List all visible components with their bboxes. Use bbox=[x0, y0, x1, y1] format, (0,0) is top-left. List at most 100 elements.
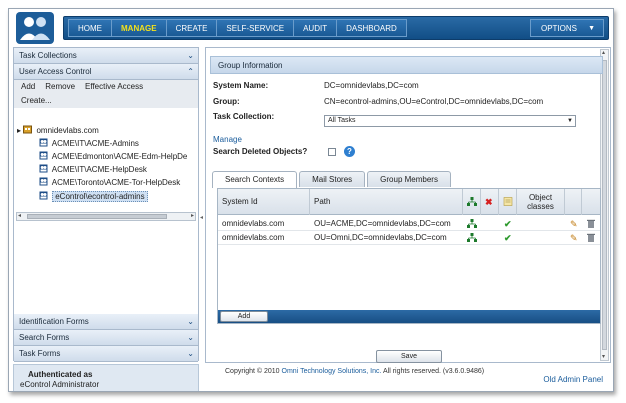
tab-search-contexts[interactable]: Search Contexts bbox=[212, 171, 298, 188]
group-icon bbox=[39, 138, 48, 147]
footer: Authenticated as eControl Administrator … bbox=[9, 364, 613, 391]
caret-down-icon: ▼ bbox=[588, 25, 595, 32]
nav-home[interactable]: HOME bbox=[68, 19, 112, 37]
manage-link[interactable]: Manage bbox=[213, 135, 242, 144]
main-vertical-scrollbar[interactable]: ▴ ▾ bbox=[600, 49, 609, 361]
grid-header: System Id Path ✖ Object classes bbox=[218, 189, 600, 215]
scroll-down-icon[interactable]: ▾ bbox=[602, 353, 605, 360]
tree-toggle-icon[interactable]: ▸ bbox=[17, 126, 21, 135]
accordion-label: Task Collections bbox=[19, 51, 77, 60]
copyright: Copyright © 2010 Omni Technology Solutio… bbox=[225, 368, 484, 375]
accordion-search-forms[interactable]: Search Forms ⌄ bbox=[14, 330, 198, 346]
tree-item-label: ACME\Edmonton\ACME-Edm-HelpDe bbox=[51, 152, 188, 161]
tree-item[interactable]: ACME\Toronto\ACME-Tor-HelpDesk bbox=[39, 176, 180, 189]
accordion-label: Identification Forms bbox=[19, 317, 89, 326]
tree-item-label: ACME\IT\ACME-HelpDesk bbox=[51, 165, 147, 174]
check-icon: ✔ bbox=[504, 219, 512, 229]
options-menu[interactable]: OPTIONS ▼ bbox=[530, 19, 604, 37]
group-icon bbox=[39, 151, 48, 160]
tree-item[interactable]: ACME\IT\ACME-HelpDesk bbox=[39, 163, 147, 176]
nav-manage[interactable]: MANAGE bbox=[111, 19, 167, 37]
accordion-user-access-control[interactable]: User Access Control ⌃ bbox=[14, 64, 198, 80]
add-context-button[interactable]: Add bbox=[220, 311, 268, 322]
save-button[interactable]: Save bbox=[376, 350, 442, 363]
nav-audit[interactable]: AUDIT bbox=[293, 19, 338, 37]
col-path[interactable]: Path bbox=[310, 189, 463, 215]
group-icon bbox=[39, 177, 48, 186]
group-tree: ▸ omnidevlabs.com ACME\IT\ACME-Admins AC… bbox=[14, 124, 198, 210]
dropdown-arrow-icon: ▼ bbox=[567, 118, 573, 124]
chevron-down-icon: ⌄ bbox=[187, 317, 194, 326]
accordion-identification-forms[interactable]: Identification Forms ⌄ bbox=[14, 314, 198, 330]
hierarchy-icon[interactable] bbox=[467, 233, 477, 247]
create-action[interactable]: Create... bbox=[14, 94, 198, 108]
nav-create[interactable]: CREATE bbox=[165, 19, 218, 37]
cell-system-id: omnidevlabs.com bbox=[222, 233, 285, 242]
object-classes-line1: Object bbox=[528, 193, 553, 202]
company-link[interactable]: Omni Technology Solutions, Inc. bbox=[282, 368, 382, 375]
search-deleted-label: Search Deleted Objects? bbox=[213, 147, 308, 156]
accordion-label: Task Forms bbox=[19, 349, 61, 358]
app-window: HOME MANAGE CREATE SELF-SERVICE AUDIT DA… bbox=[8, 8, 614, 392]
col-edit bbox=[565, 189, 582, 215]
tree-horizontal-scrollbar[interactable]: ◂ ▸ bbox=[16, 212, 196, 221]
auth-box: Authenticated as eControl Administrator bbox=[13, 364, 199, 391]
tree-root[interactable]: ▸ omnidevlabs.com bbox=[17, 124, 99, 137]
remove-action[interactable]: Remove bbox=[45, 80, 75, 94]
tab-group-members[interactable]: Group Members bbox=[367, 171, 451, 187]
add-action[interactable]: Add bbox=[21, 80, 35, 94]
edit-pencil-icon[interactable]: ✎ bbox=[570, 217, 578, 231]
uac-actions: Add Remove Effective Access bbox=[14, 80, 198, 94]
col-enabled bbox=[499, 189, 517, 215]
accordion-task-forms[interactable]: Task Forms ⌄ bbox=[14, 346, 198, 362]
nav-self-service[interactable]: SELF-SERVICE bbox=[216, 19, 295, 37]
hierarchy-icon bbox=[467, 197, 477, 207]
group-icon bbox=[39, 164, 48, 173]
col-delete: ✖ bbox=[481, 189, 499, 215]
old-admin-panel-link[interactable]: Old Admin Panel bbox=[543, 375, 603, 384]
group-value: CN=econtrol-admins,OU=eControl,DC=omnide… bbox=[324, 97, 544, 106]
tree-item-label: eControl\econtrol-admins bbox=[52, 191, 148, 202]
group-icon bbox=[39, 191, 48, 200]
main-panel: ▴ ▾ Group Information System Name: DC=om… bbox=[205, 47, 611, 363]
grid-footer: Add bbox=[218, 310, 600, 323]
help-icon[interactable]: ? bbox=[344, 146, 355, 157]
accordion-task-collections[interactable]: Task Collections ⌄ bbox=[14, 48, 198, 64]
search-deleted-row: Search Deleted Objects? bbox=[213, 146, 307, 158]
scroll-thumb[interactable] bbox=[27, 214, 167, 219]
tree-item[interactable]: ACME\Edmonton\ACME-Edm-HelpDe bbox=[39, 150, 187, 163]
search-contexts-grid: System Id Path ✖ Object classes omnidevl… bbox=[217, 188, 601, 324]
left-panel: Task Collections ⌄ User Access Control ⌃… bbox=[13, 47, 199, 362]
col-object-classes[interactable]: Object classes bbox=[517, 189, 565, 215]
scroll-thumb[interactable] bbox=[602, 60, 607, 350]
col-system-id[interactable]: System Id bbox=[218, 189, 310, 215]
red-x-icon: ✖ bbox=[485, 197, 493, 207]
table-row[interactable]: omnidevlabs.com OU=Omni,DC=omnidevlabs,D… bbox=[218, 231, 600, 245]
notes-icon bbox=[503, 197, 513, 207]
logo-icon bbox=[16, 12, 54, 44]
search-deleted-checkbox[interactable] bbox=[328, 148, 336, 156]
effective-access-action[interactable]: Effective Access bbox=[85, 80, 143, 94]
trash-icon[interactable] bbox=[587, 233, 595, 247]
options-label: OPTIONS bbox=[541, 24, 578, 33]
task-collection-select[interactable]: All Tasks ▼ bbox=[324, 115, 576, 127]
domain-icon bbox=[23, 125, 33, 134]
scroll-right-icon[interactable]: ▸ bbox=[191, 212, 194, 219]
nav-dashboard[interactable]: DASHBOARD bbox=[336, 19, 407, 37]
tree-item[interactable]: ACME\IT\ACME-Admins bbox=[39, 137, 139, 150]
detail-tabs: Search Contexts Mail Stores Group Member… bbox=[212, 171, 453, 188]
edit-pencil-icon[interactable]: ✎ bbox=[570, 231, 578, 245]
tree-item-selected[interactable]: eControl\econtrol-admins bbox=[39, 190, 148, 203]
group-information-header: Group Information bbox=[210, 56, 603, 74]
task-collection-selected: All Tasks bbox=[328, 117, 356, 124]
group-label: Group: bbox=[213, 97, 240, 106]
auth-line1: Authenticated as bbox=[28, 370, 93, 379]
tab-mail-stores[interactable]: Mail Stores bbox=[299, 171, 366, 187]
table-row[interactable]: omnidevlabs.com OU=ACME,DC=omnidevlabs,D… bbox=[218, 217, 600, 231]
scroll-left-icon[interactable]: ◂ bbox=[18, 212, 21, 219]
scroll-up-icon[interactable]: ▴ bbox=[602, 49, 605, 56]
accordion-label: Search Forms bbox=[19, 333, 70, 342]
cell-path: OU=ACME,DC=omnidevlabs,DC=com bbox=[314, 219, 451, 228]
object-classes-line2: classes bbox=[527, 202, 554, 211]
col-hierarchy bbox=[463, 189, 481, 215]
